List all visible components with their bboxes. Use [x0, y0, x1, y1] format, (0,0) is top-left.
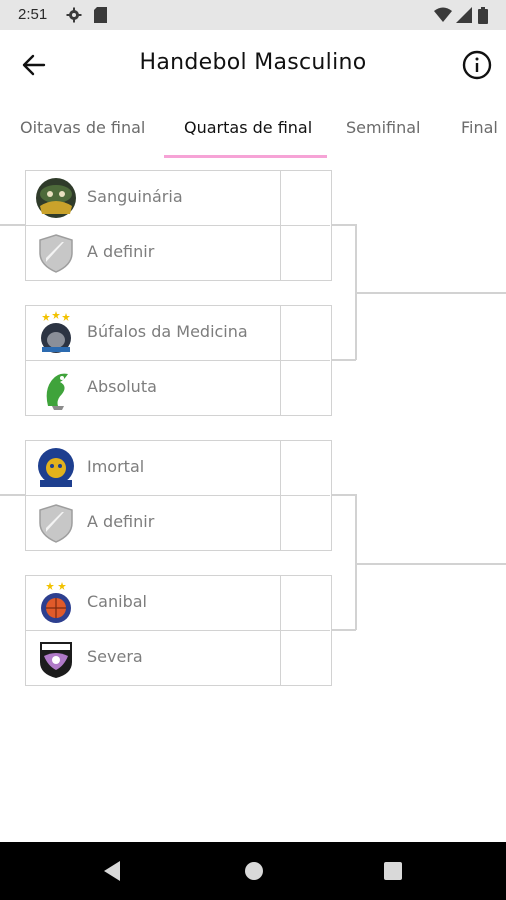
- page-title: Handebol Masculino: [139, 50, 367, 75]
- sd-card-icon: [94, 7, 107, 23]
- circle-home-icon: [245, 862, 263, 880]
- bracket-line: [332, 629, 356, 631]
- score-cell: [280, 361, 331, 415]
- system-nav-bar: [0, 842, 506, 900]
- score-cell: [280, 306, 331, 360]
- nav-back-button[interactable]: [98, 856, 128, 886]
- shield-icon: [39, 504, 73, 543]
- tab-bar: Oitavas de final Quartas de final Semifi…: [0, 100, 506, 158]
- tab-semifinal[interactable]: Semifinal: [346, 118, 421, 137]
- severa-logo-icon: [40, 642, 72, 678]
- battery-icon: [478, 7, 488, 24]
- bracket-line: [355, 292, 506, 294]
- score-cell: [280, 226, 331, 280]
- team-row: Canibal: [26, 576, 330, 630]
- bracket-line: [0, 224, 25, 226]
- team-row: Severa: [26, 630, 331, 685]
- team-row: Sanguinária: [26, 171, 330, 225]
- match-card[interactable]: Sanguinária A definir: [25, 170, 332, 281]
- score-cell: [280, 441, 331, 495]
- bracket-line: [355, 494, 357, 630]
- score-cell: [280, 496, 331, 550]
- team-row: Imortal: [26, 441, 330, 495]
- sanguinaria-logo-icon: [36, 178, 76, 218]
- bracket-line: [0, 494, 25, 496]
- match-card[interactable]: Canibal Severa: [25, 575, 332, 686]
- info-icon: [462, 50, 492, 80]
- match-card[interactable]: Imortal A definir: [25, 440, 332, 551]
- team-row: A definir: [26, 225, 331, 280]
- score-cell: [280, 171, 331, 225]
- bracket-line: [332, 494, 356, 496]
- nav-home-button[interactable]: [239, 856, 269, 886]
- bracket-line: [355, 563, 506, 565]
- team-row: Búfalos da Medicina: [26, 306, 330, 360]
- score-cell: [280, 631, 331, 685]
- status-bar: 2:51: [0, 0, 506, 30]
- canibal-logo-icon: [41, 582, 71, 623]
- triangle-back-icon: [104, 861, 120, 881]
- team-row: Absoluta: [26, 360, 331, 415]
- team-name: Búfalos da Medicina: [87, 322, 248, 341]
- team-name: A definir: [87, 242, 155, 261]
- absoluta-logo-icon: [46, 373, 68, 410]
- match-card[interactable]: Búfalos da Medicina Absoluta: [25, 305, 332, 416]
- bufalos-logo-icon: [41, 311, 71, 353]
- team-name: Imortal: [87, 457, 145, 476]
- team-row: A definir: [26, 495, 331, 550]
- bracket-line: [332, 224, 356, 226]
- settings-icon: [66, 7, 82, 23]
- team-name: Severa: [87, 647, 143, 666]
- tab-oitavas[interactable]: Oitavas de final: [20, 118, 145, 137]
- status-time: 2:51: [18, 6, 48, 23]
- app-bar: Handebol Masculino: [0, 30, 506, 100]
- imortal-logo-icon: [38, 448, 74, 487]
- tab-final[interactable]: Final: [461, 118, 498, 137]
- team-name: A definir: [87, 512, 155, 531]
- team-name: Sanguinária: [87, 187, 183, 206]
- wifi-icon: [434, 7, 452, 22]
- info-button[interactable]: [460, 48, 494, 82]
- square-recents-icon: [384, 862, 402, 880]
- shield-icon: [39, 234, 73, 273]
- signal-icon: [456, 7, 472, 23]
- tab-quartas[interactable]: Quartas de final: [184, 118, 312, 137]
- nav-recents-button[interactable]: [378, 856, 408, 886]
- team-name: Absoluta: [87, 377, 157, 396]
- score-cell: [280, 576, 331, 630]
- team-name: Canibal: [87, 592, 147, 611]
- bracket-view[interactable]: Sanguinária A definir Búfalos da Medicin…: [0, 158, 506, 842]
- bracket-line: [332, 359, 356, 361]
